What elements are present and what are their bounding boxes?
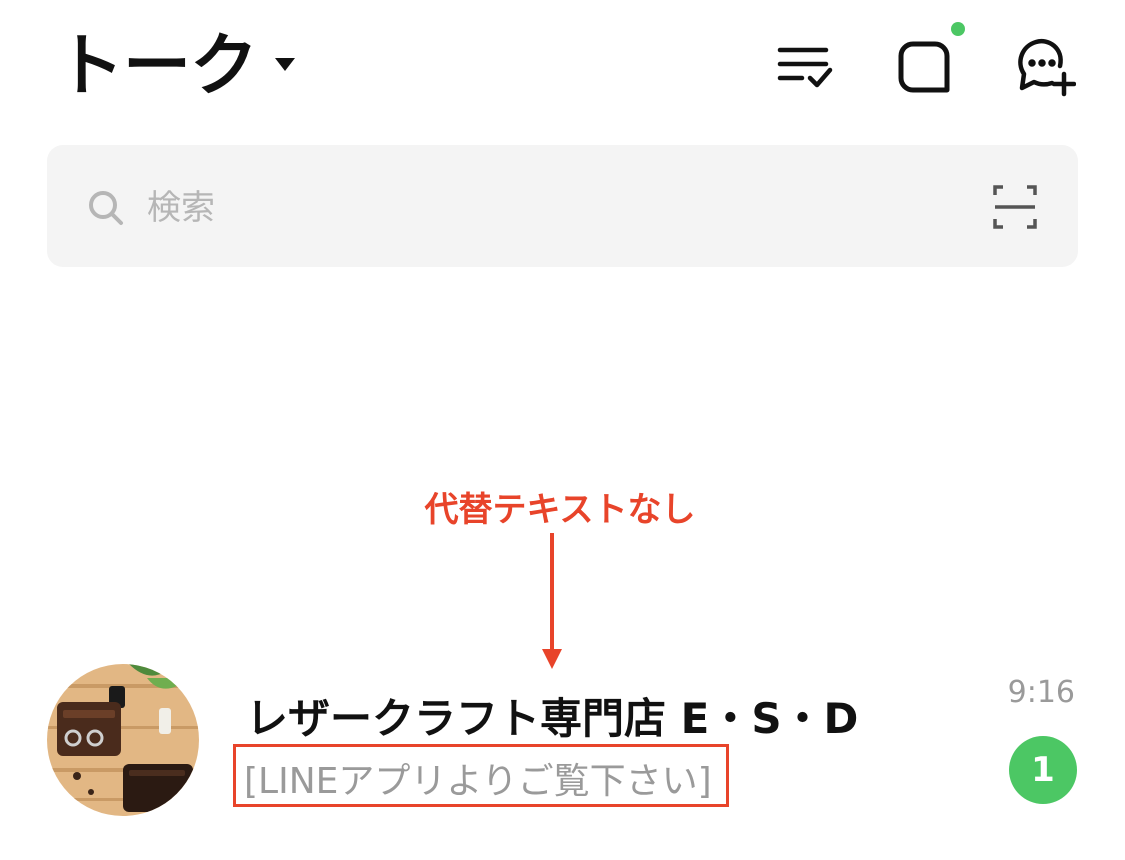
avatar [47, 664, 199, 816]
page-title: トーク [56, 27, 258, 106]
new-chat-icon[interactable] [1014, 36, 1076, 98]
notification-dot [951, 22, 965, 36]
annotation-arrow [538, 533, 566, 671]
sort-check-icon[interactable] [774, 36, 836, 98]
chat-name: レザークラフト専門店 E・S・D [246, 694, 859, 743]
unread-count-badge: 1 [1009, 736, 1077, 804]
title-dropdown-caret-icon[interactable] [275, 58, 295, 71]
chat-timestamp: 9:16 [1007, 675, 1075, 710]
qr-scan-icon[interactable] [991, 183, 1039, 231]
annotation-highlight-box [233, 744, 729, 807]
search-icon [87, 189, 125, 227]
search-bar[interactable] [47, 145, 1078, 267]
search-input[interactable] [145, 179, 949, 237]
talk-list-screen: トーク 検索 代替テキストなし レザークラフト専門店 E・S・D [LINEアプ… [0, 0, 1125, 860]
square-notification-icon[interactable] [893, 36, 955, 98]
annotation-label: 代替テキストなし [424, 490, 696, 530]
